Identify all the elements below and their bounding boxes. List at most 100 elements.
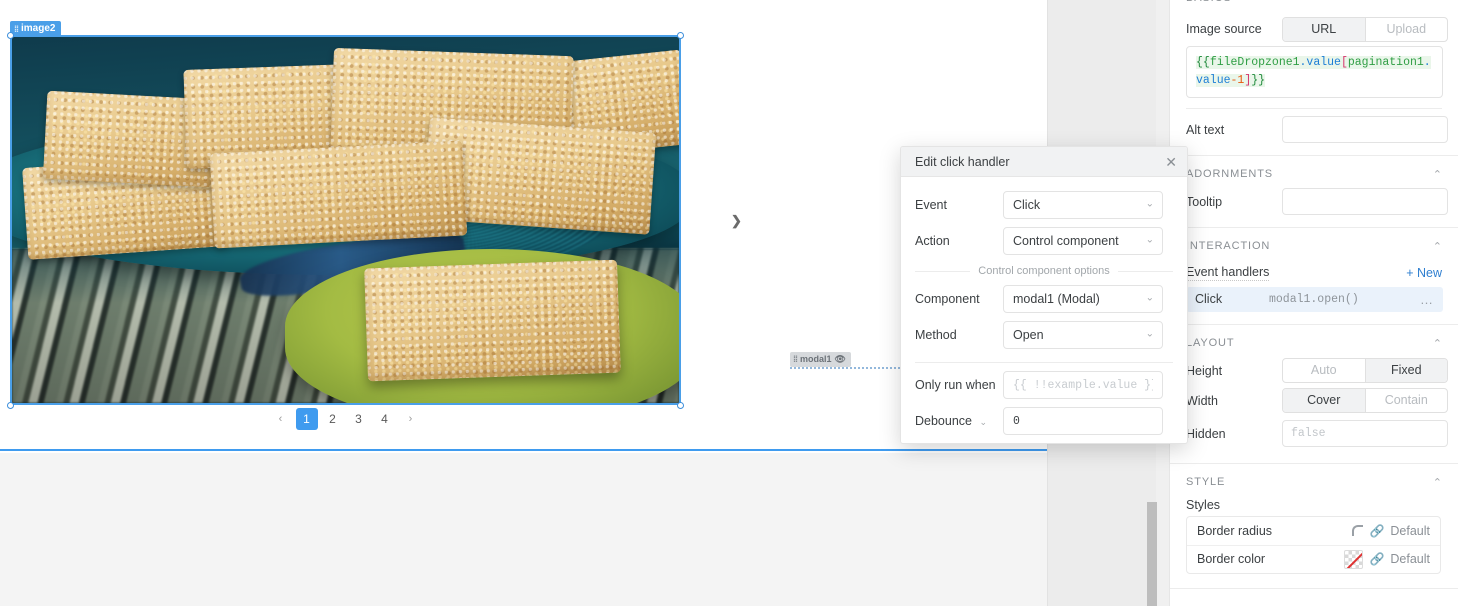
styles-row-border-color[interactable]: Border color 🔗 Default <box>1187 544 1440 573</box>
section-title-basics: BASICS <box>1186 0 1232 4</box>
image-widget-image2[interactable] <box>10 35 681 405</box>
chevron-up-icon[interactable]: ⌃ <box>1433 476 1442 489</box>
color-swatch-transparent[interactable] <box>1344 549 1364 569</box>
chevron-down-icon: ⌄ <box>1145 328 1154 340</box>
section-header-style[interactable]: STYLE ⌃ <box>1170 464 1458 495</box>
dialog-divider <box>915 362 1173 363</box>
chevron-up-icon[interactable]: ⌃ <box>1433 168 1442 181</box>
label-image-source: Image source <box>1186 22 1262 36</box>
pagination-page-2[interactable]: 2 <box>322 408 344 430</box>
dialog-row-only-run-when: Only run when <box>915 367 1173 403</box>
pagination-prev[interactable]: ‹ <box>270 408 292 430</box>
dialog-header: Edit click handler ✕ <box>901 147 1187 177</box>
segment-width-cover[interactable]: Cover <box>1283 389 1365 413</box>
tooltip-input[interactable] <box>1282 188 1448 216</box>
resize-handle-top-right[interactable] <box>677 32 684 39</box>
event-handler-menu-icon[interactable]: … <box>1420 292 1434 307</box>
select-method[interactable]: Open ⌄ <box>1003 321 1163 349</box>
modal1-outline <box>790 367 908 369</box>
widget-badge-label: modal1 <box>800 354 832 364</box>
row-tooltip: Tooltip <box>1170 187 1458 217</box>
label-width: Width <box>1186 393 1218 408</box>
inspector-panel[interactable]: BASICS Image source URL Upload {{fileDro… <box>1169 0 1458 606</box>
row-alt-text: Alt text <box>1170 115 1458 145</box>
section-title-adornments: ADORNMENTS <box>1186 168 1274 181</box>
section-title-layout: LAYOUT <box>1186 337 1235 350</box>
pagination1[interactable]: ‹ 1 2 3 4 › <box>10 408 681 430</box>
app-root: ⁞⁞ image2 ‹ 1 2 3 4 › ❯ ⁞⁞ modal1 👁 Imag… <box>0 0 1458 606</box>
select-event[interactable]: Click ⌄ <box>1003 191 1163 219</box>
image-source-expression-editor[interactable]: {{fileDropzone1.value[pagination1.value-… <box>1186 46 1443 98</box>
section-header-basics[interactable]: BASICS <box>1170 0 1458 10</box>
widget-badge-modal1[interactable]: ⁞⁞ modal1 👁 <box>790 352 851 367</box>
hidden-input[interactable] <box>1282 420 1448 448</box>
only-run-when-input[interactable] <box>1003 371 1163 399</box>
canvas-below-page-area <box>0 453 1047 606</box>
divider <box>1186 107 1442 109</box>
select-action[interactable]: Control component ⌄ <box>1003 227 1163 255</box>
label-event-handlers: Event handlers <box>1186 264 1270 281</box>
add-event-handler-button[interactable]: + New <box>1406 266 1442 280</box>
segmented-width[interactable]: Cover Contain <box>1282 388 1448 414</box>
edit-click-handler-dialog[interactable]: Edit click handler ✕ Event Click ⌄ Actio… <box>900 146 1188 444</box>
dialog-title: Edit click handler <box>915 154 1010 169</box>
link-icon[interactable]: 🔗 <box>1369 524 1384 538</box>
divider <box>1170 587 1458 589</box>
border-radius-icon <box>1352 525 1364 537</box>
segment-height-auto[interactable]: Auto <box>1283 359 1365 382</box>
resize-handle-bottom-left[interactable] <box>7 402 14 409</box>
resize-handle-top-left[interactable] <box>7 32 14 39</box>
pagination-page-3[interactable]: 3 <box>348 408 370 430</box>
app-canvas[interactable]: ⁞⁞ image2 ‹ 1 2 3 4 › ❯ ⁞⁞ modal1 👁 <box>0 0 1047 606</box>
label-method: Method <box>915 328 957 342</box>
chevron-up-icon[interactable]: ⌃ <box>1433 337 1442 350</box>
resize-handle-bottom-right[interactable] <box>677 402 684 409</box>
link-icon[interactable]: 🔗 <box>1369 552 1384 566</box>
row-image-source: Image source URL Upload <box>1170 14 1458 44</box>
chevron-down-icon[interactable]: ⌄ <box>979 417 987 427</box>
select-method-value: Open <box>1013 328 1044 342</box>
pagination-page-1[interactable]: 1 <box>295 408 318 430</box>
chevron-up-icon[interactable]: ⌃ <box>1433 240 1442 253</box>
modal1-placeholder[interactable]: ⁞⁞ modal1 👁 <box>790 352 908 374</box>
row-width: Width Cover Contain <box>1170 386 1458 416</box>
section-title-style: STYLE <box>1186 476 1226 489</box>
close-icon[interactable]: ✕ <box>1165 155 1177 169</box>
alt-text-input[interactable] <box>1282 116 1448 144</box>
styles-row-border-radius[interactable]: Border radius 🔗 Default <box>1187 517 1440 545</box>
event-handler-row-click[interactable]: Click modal1.open() … <box>1186 286 1443 312</box>
event-handlers-header: Event handlers + New <box>1170 259 1458 285</box>
segment-upload[interactable]: Upload <box>1364 17 1448 41</box>
label-component: Component <box>915 292 980 306</box>
styles-table: Border radius 🔗 Default Border color 🔗 D… <box>1186 515 1441 574</box>
eye-slash-icon: 👁 <box>834 354 846 364</box>
section-header-interaction[interactable]: INTERACTION ⌃ <box>1170 228 1458 259</box>
widget-badge-image2[interactable]: ⁞⁞ image2 <box>10 21 62 37</box>
drag-handle-icon[interactable]: ⁞⁞ <box>14 21 19 37</box>
segmented-height[interactable]: Auto Fixed <box>1282 358 1448 384</box>
section-header-layout[interactable]: LAYOUT ⌃ <box>1170 325 1458 356</box>
select-component[interactable]: modal1 (Modal) ⌄ <box>1003 285 1163 313</box>
pagination-page-4[interactable]: 4 <box>374 408 396 430</box>
dialog-row-action: Action Control component ⌄ <box>915 223 1173 259</box>
section-header-adornments[interactable]: ADORNMENTS ⌃ <box>1170 156 1458 187</box>
segment-height-fixed[interactable]: Fixed <box>1364 359 1447 383</box>
canvas-chevron-right-icon: ❯ <box>731 213 742 228</box>
select-component-value: modal1 (Modal) <box>1013 292 1100 306</box>
segment-width-contain[interactable]: Contain <box>1364 389 1448 413</box>
segmented-image-source[interactable]: URL Upload <box>1282 16 1448 42</box>
pagination-next[interactable]: › <box>400 408 422 430</box>
label-debounce: Debounce ⌄ <box>915 414 1003 428</box>
dialog-options-separator: Control component options <box>915 265 1173 277</box>
drag-handle-icon[interactable]: ⁞⁞ <box>793 352 798 367</box>
vertical-scrollbar-thumb[interactable] <box>1147 502 1157 606</box>
label-debounce-text: Debounce <box>915 414 972 428</box>
dialog-row-method: Method Open ⌄ <box>915 317 1173 353</box>
debounce-input[interactable] <box>1003 407 1163 435</box>
row-height: Height Auto Fixed <box>1170 356 1458 386</box>
select-event-value: Click <box>1013 198 1041 212</box>
chevron-down-icon: ⌄ <box>1145 292 1154 304</box>
segment-url[interactable]: URL <box>1283 17 1365 41</box>
label-styles: Styles <box>1186 497 1221 512</box>
section-title-interaction: INTERACTION <box>1186 240 1271 253</box>
